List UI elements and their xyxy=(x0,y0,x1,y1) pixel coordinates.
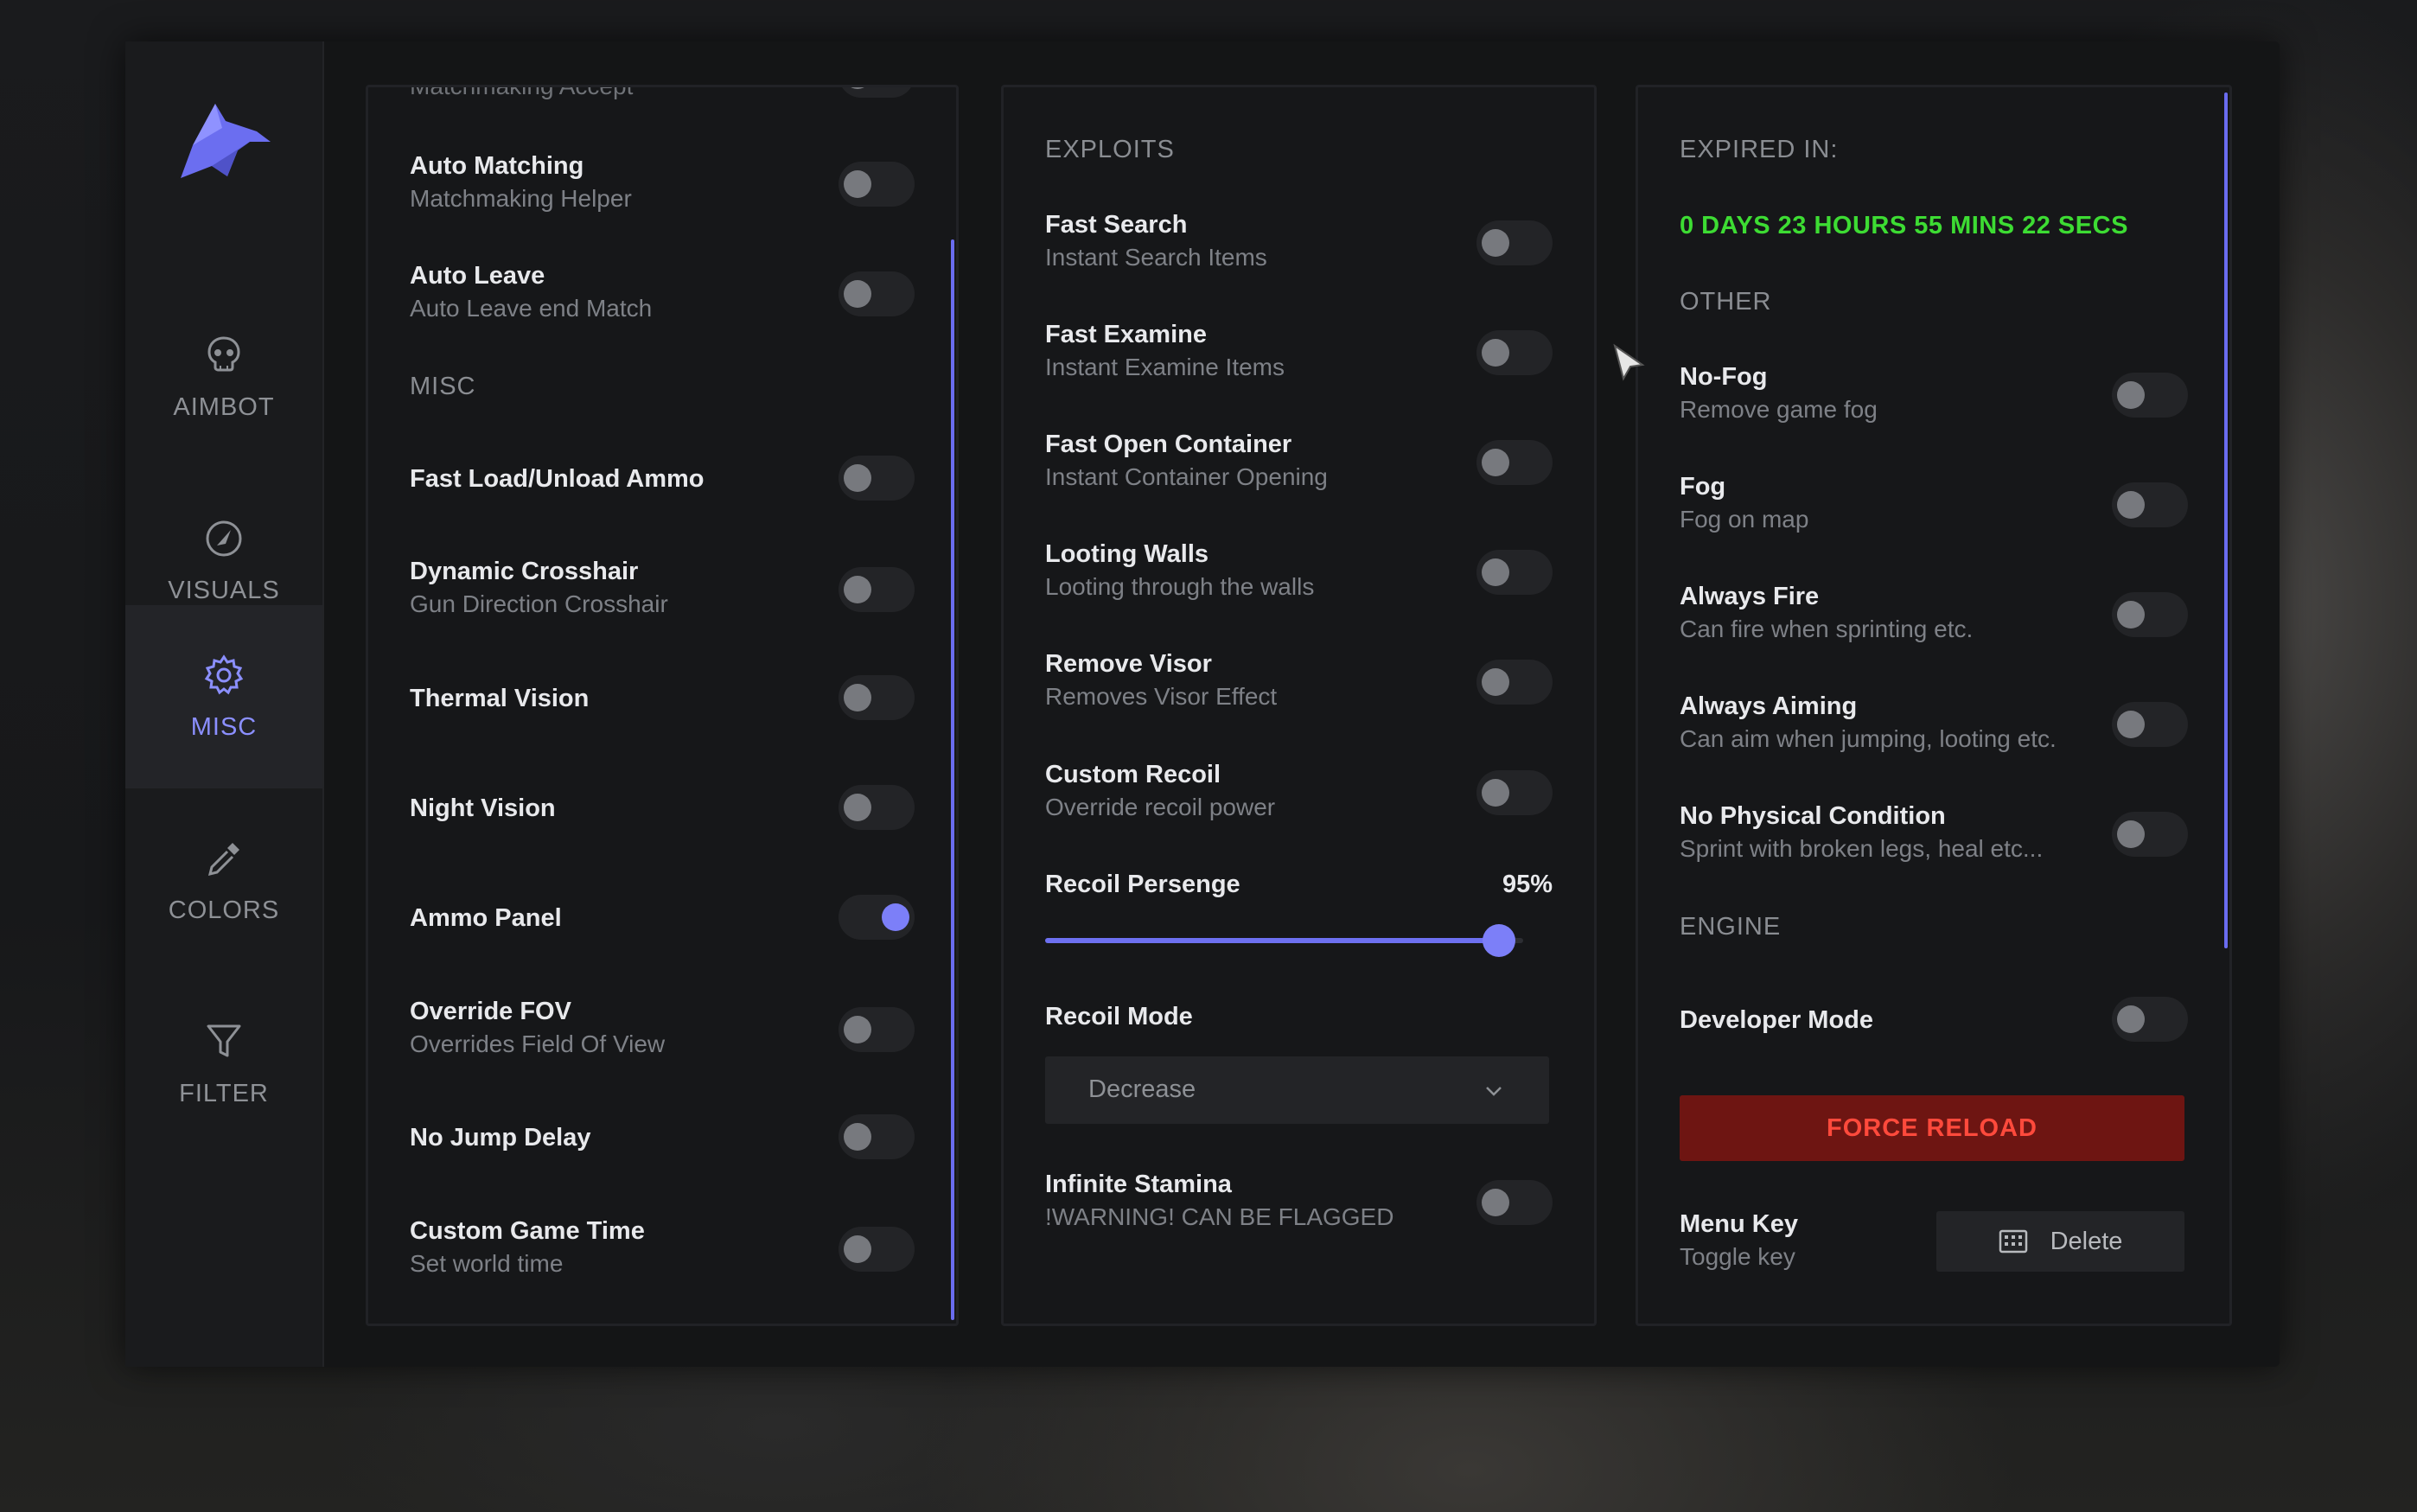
setting-row-no-fog: No-Fog Remove game fog xyxy=(1680,360,2188,426)
nav-label: FILTER xyxy=(179,1079,269,1107)
toggle-infinite-stamina[interactable] xyxy=(1476,1180,1553,1225)
section-header-engine: ENGINE xyxy=(1680,913,1782,941)
setting-row-always-aiming: Always Aiming Can aim when jumping, loot… xyxy=(1680,690,2188,756)
section-header-other: OTHER xyxy=(1680,288,1772,316)
toggle-custom-game-time[interactable] xyxy=(839,1227,915,1272)
setting-row-infinite-stamina: Infinite Stamina !WARNING! CAN BE FLAGGE… xyxy=(1045,1168,1553,1234)
setting-row-auto-matching: Auto Matching Matchmaking Helper xyxy=(410,150,915,215)
wolf-head-icon xyxy=(181,104,271,178)
toggle-fast-search[interactable] xyxy=(1476,220,1553,265)
setting-row-auto-leave: Auto Leave Auto Leave end Match xyxy=(410,259,915,325)
nav-label: COLORS xyxy=(168,896,280,924)
toggle-auto-leave[interactable] xyxy=(839,271,915,316)
setting-row-override-fov: Override FOV Overrides Field Of View xyxy=(410,995,915,1061)
setting-row-developer-mode: Developer Mode xyxy=(1680,997,2188,1042)
setting-row-fast-load-ammo: Fast Load/Unload Ammo xyxy=(410,456,915,501)
setting-row-fog: Fog Fog on map xyxy=(1680,470,2188,536)
menu-key-bind-button[interactable]: Delete xyxy=(1936,1211,2184,1272)
nav-item-filter[interactable]: FILTER xyxy=(125,972,322,1155)
misc-panel: Matchmaking Accept Auto Matching Matchma… xyxy=(366,85,959,1326)
setting-row-fast-search: Fast Search Instant Search Items xyxy=(1045,208,1553,274)
nav-item-aimbot[interactable]: AIMBOT xyxy=(125,285,322,469)
setting-row-no-jump-delay: No Jump Delay xyxy=(410,1114,915,1159)
toggle-dynamic-crosshair[interactable] xyxy=(839,567,915,612)
setting-row-recoil-percent: Recoil Persenge 95% xyxy=(1045,868,1553,901)
toggle-fast-open-container[interactable] xyxy=(1476,440,1553,485)
toggle-fog[interactable] xyxy=(2112,482,2188,527)
recoil-slider[interactable] xyxy=(1045,924,1523,957)
setting-row-custom-recoil: Custom Recoil Override recoil power xyxy=(1045,758,1553,824)
gear-icon xyxy=(204,654,244,694)
toggle-thermal-vision[interactable] xyxy=(839,675,915,720)
force-reload-button[interactable]: FORCE RELOAD xyxy=(1680,1095,2184,1161)
setting-row-custom-game-time: Custom Game Time Set world time xyxy=(410,1215,915,1280)
setting-row-recoil-mode: Recoil Mode xyxy=(1045,1003,1193,1030)
toggle-remove-visor[interactable] xyxy=(1476,660,1553,705)
toggle-no-fog[interactable] xyxy=(2112,373,2188,418)
expiry-countdown: 0 DAYS 23 HOURS 55 MINS 22 SECS xyxy=(1680,212,2128,239)
setting-row-always-fire: Always Fire Can fire when sprinting etc. xyxy=(1680,580,2188,646)
toggle-override-fov[interactable] xyxy=(839,1007,915,1052)
toggle-always-fire[interactable] xyxy=(2112,592,2188,637)
toggle-no-jump-delay[interactable] xyxy=(839,1114,915,1159)
recoil-mode-value: Decrease xyxy=(1088,1075,1196,1103)
nav-label: VISUALS xyxy=(168,576,280,604)
keyboard-icon xyxy=(1999,1229,2027,1254)
toggle-fast-examine[interactable] xyxy=(1476,330,1553,375)
eyedropper-icon xyxy=(207,842,239,876)
setting-row-dynamic-crosshair: Dynamic Crosshair Gun Direction Crosshai… xyxy=(410,555,915,621)
skull-icon xyxy=(207,335,240,371)
toggle-ammo-panel[interactable] xyxy=(839,895,915,940)
exploits-panel: EXPLOITS Fast Search Instant Search Item… xyxy=(1001,85,1597,1326)
recoil-slider-handle[interactable] xyxy=(1483,924,1516,957)
expired-header: EXPIRED IN: xyxy=(1680,136,1839,163)
setting-row-no-physical-condition: No Physical Condition Sprint with broken… xyxy=(1680,800,2188,865)
setting-row-fast-examine: Fast Examine Instant Examine Items xyxy=(1045,318,1553,384)
toggle-auto-matching[interactable] xyxy=(839,162,915,207)
setting-row-looting-walls: Looting Walls Looting through the walls xyxy=(1045,538,1553,603)
toggle-developer-mode[interactable] xyxy=(2112,997,2188,1042)
toggle-custom-recoil[interactable] xyxy=(1476,770,1553,815)
other-panel: EXPIRED IN: 0 DAYS 23 HOURS 55 MINS 22 S… xyxy=(1636,85,2232,1326)
nav-item-colors[interactable]: COLORS xyxy=(125,788,322,972)
funnel-icon xyxy=(207,1024,241,1056)
left-panel-scrollbar[interactable] xyxy=(951,239,954,1320)
setting-row-ammo-panel: Ammo Panel xyxy=(410,895,915,940)
setting-row-night-vision: Night Vision xyxy=(410,785,915,830)
nav-label: AIMBOT xyxy=(173,392,275,421)
menu-key-value: Delete xyxy=(2050,1227,2123,1255)
right-panel-scrollbar[interactable] xyxy=(2224,93,2228,948)
section-header-misc: MISC xyxy=(410,373,476,400)
mouse-cursor-icon xyxy=(1613,343,1645,381)
recoil-value: 95% xyxy=(1502,871,1553,898)
sidebar: AIMBOT VISUALS MISC COLORS FILTER xyxy=(125,41,324,1367)
toggle-looting-walls[interactable] xyxy=(1476,550,1553,595)
setting-row-thermal-vision: Thermal Vision xyxy=(410,675,915,720)
toggle-no-physical-condition[interactable] xyxy=(2112,812,2188,857)
nav-item-misc[interactable]: MISC xyxy=(125,605,322,788)
setting-row-remove-visor: Remove Visor Removes Visor Effect xyxy=(1045,648,1553,713)
setting-row-fast-open-container: Fast Open Container Instant Container Op… xyxy=(1045,428,1553,494)
gauge-icon xyxy=(206,520,242,556)
recoil-slider-fill xyxy=(1045,938,1500,943)
toggle-fast-load-ammo[interactable] xyxy=(839,456,915,501)
toggle-always-aiming[interactable] xyxy=(2112,702,2188,747)
toggle-night-vision[interactable] xyxy=(839,785,915,830)
nav-label: MISC xyxy=(190,712,258,741)
setting-row-matchmaking-accept: Matchmaking Accept xyxy=(410,87,915,103)
chevron-down-icon xyxy=(1486,1087,1502,1096)
recoil-mode-select[interactable]: Decrease xyxy=(1045,1056,1549,1124)
section-header-exploits: EXPLOITS xyxy=(1045,136,1175,163)
